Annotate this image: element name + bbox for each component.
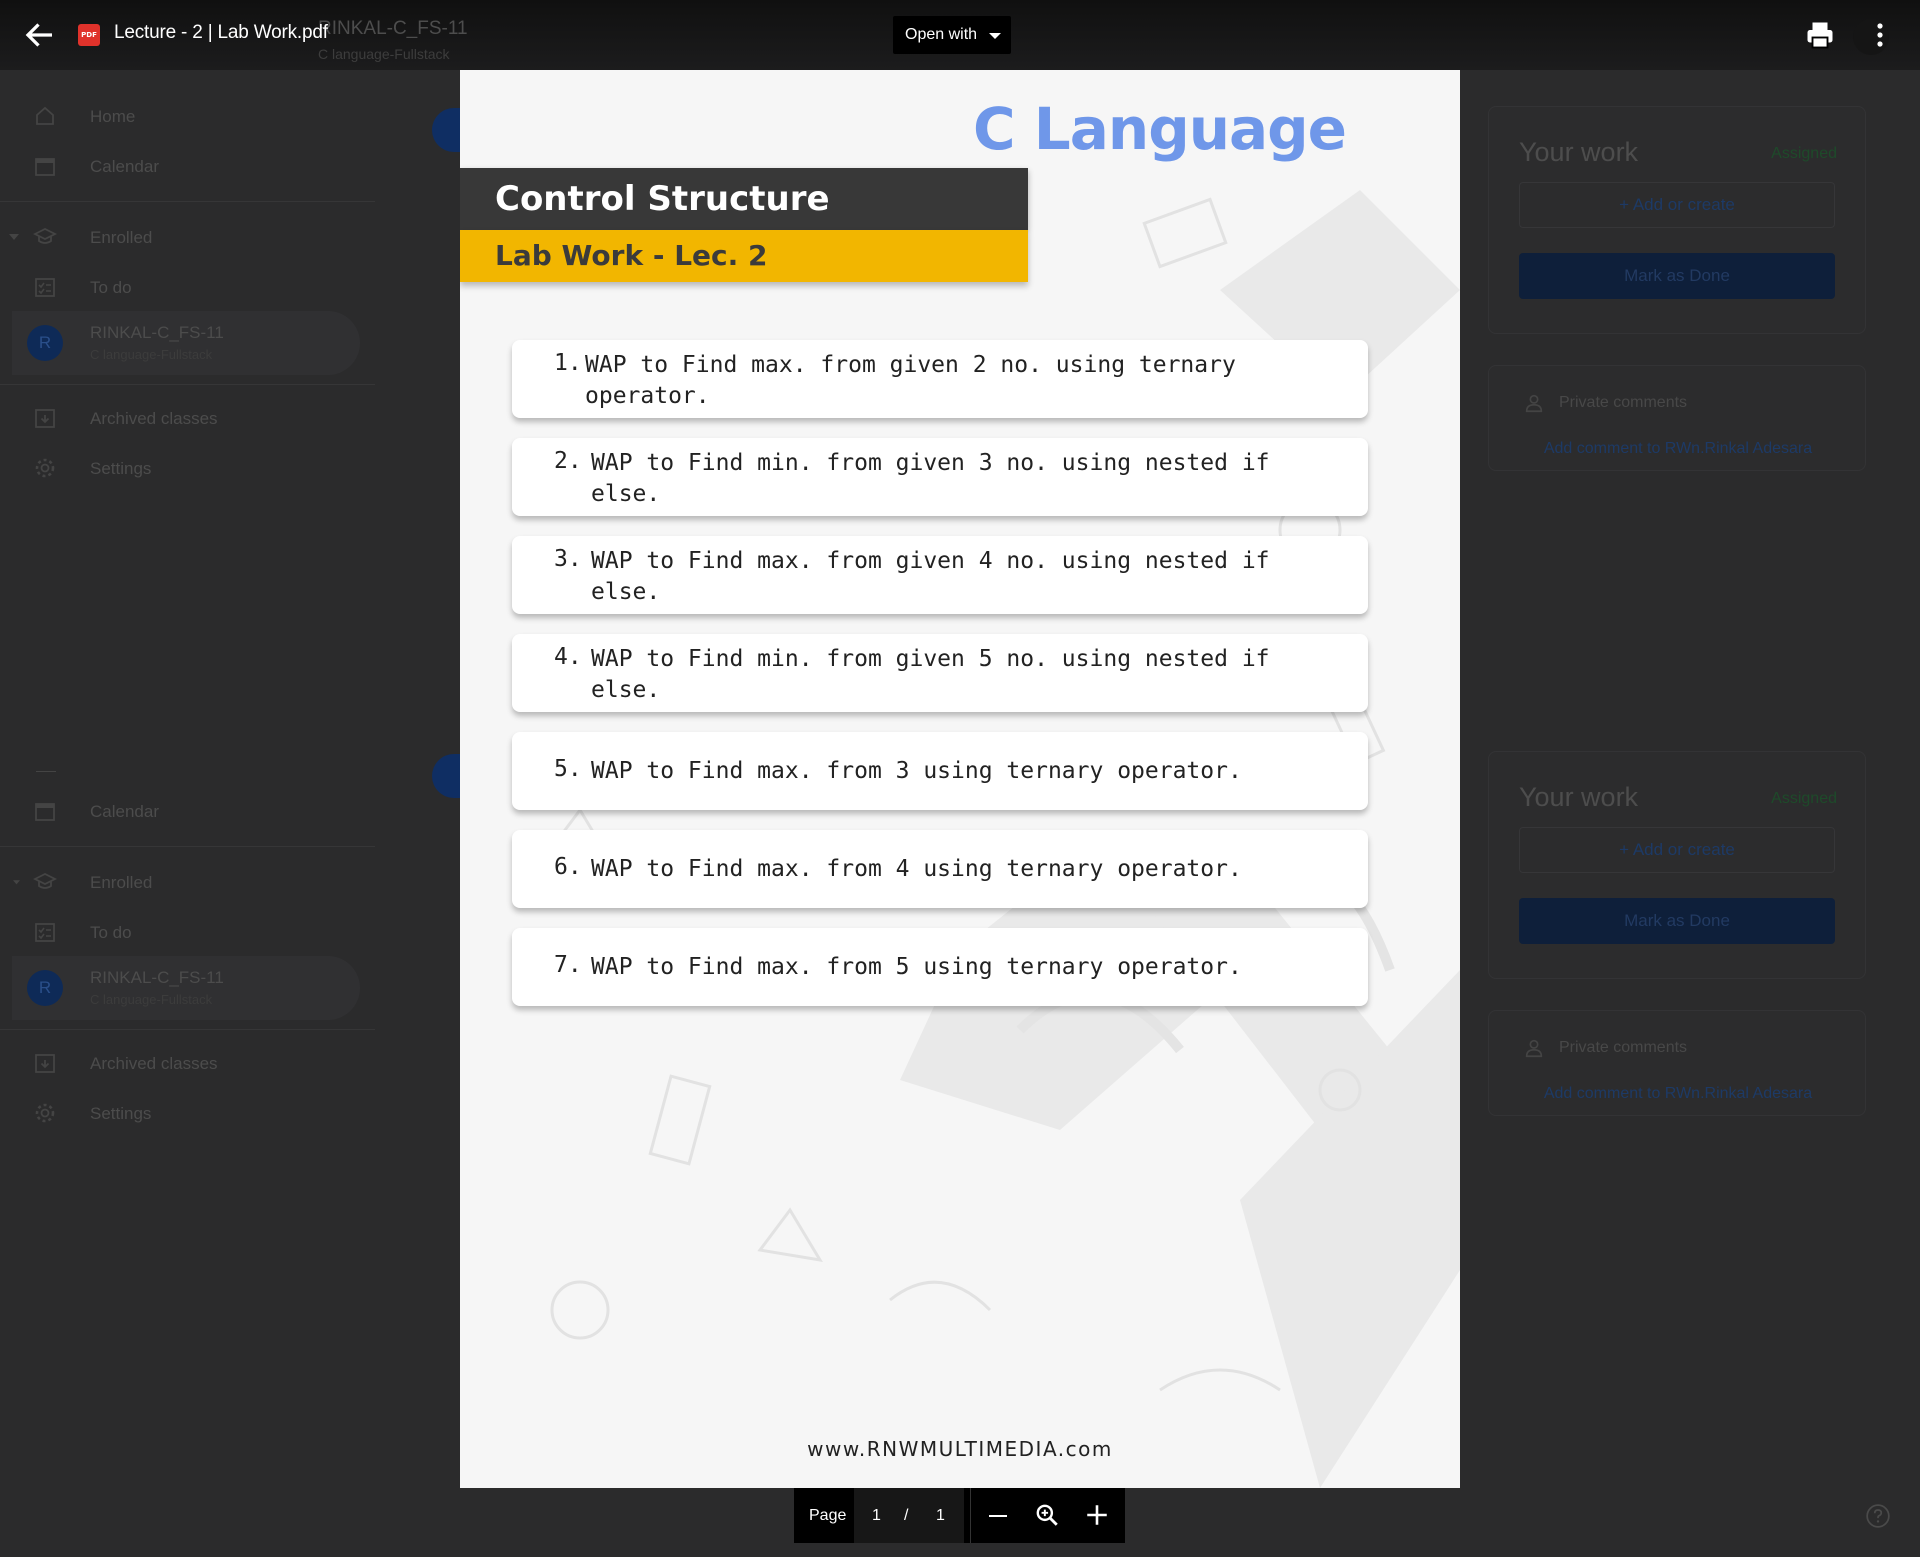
class-avatar: R	[27, 970, 63, 1006]
background-class-title: RINKAL-C_FS-11	[318, 18, 468, 39]
brand-title: C Language	[973, 95, 1347, 163]
sidebar-item-settings[interactable]: Settings	[0, 448, 375, 488]
add-comment-link[interactable]: Add comment to RWn.Rinkal Adesara	[1489, 1077, 1865, 1111]
sidebar-item-enrolled[interactable]: Enrolled	[0, 862, 375, 902]
current-page: 1	[872, 1507, 881, 1524]
class-avatar: R	[27, 325, 63, 361]
task-item: 2. WAP to Find min. from given 3 no. usi…	[512, 438, 1368, 516]
sidebar-item-archived[interactable]: Archived classes	[0, 1043, 375, 1083]
divider	[0, 846, 375, 847]
sidebar-item-class[interactable]: R RINKAL-C_FS-11 C language-Fullstack	[0, 956, 375, 1020]
settings-gear-icon	[35, 1103, 55, 1123]
add-or-create-button[interactable]: + Add or create	[1519, 827, 1835, 873]
page-separator: /	[904, 1507, 909, 1524]
person-icon	[1525, 394, 1543, 413]
todo-icon	[35, 278, 55, 297]
calendar-icon	[35, 158, 55, 176]
status-badge: Assigned	[1771, 790, 1837, 807]
sidebar-item-class[interactable]: R RINKAL-C_FS-11 C language-Fullstack	[0, 311, 375, 375]
sidebar-item-home[interactable]: Home	[0, 96, 375, 136]
mark-as-done-button[interactable]: Mark as Done	[1519, 253, 1835, 299]
status-badge: Assigned	[1771, 145, 1837, 162]
page-label: Page	[809, 1507, 847, 1524]
pdf-page: C Language Control Structure Lab Work - …	[460, 70, 1460, 1488]
calendar-icon	[35, 803, 55, 821]
zoom-icon[interactable]	[1034, 1502, 1060, 1528]
help-icon[interactable]	[1865, 1503, 1891, 1529]
sidebar-item-todo[interactable]: To do	[0, 912, 375, 952]
total-pages: 1	[936, 1507, 945, 1524]
printer-icon[interactable]	[1805, 20, 1835, 50]
assignment-icon-edge	[432, 754, 460, 798]
divider	[36, 771, 56, 772]
page-number-input[interactable]	[854, 1488, 964, 1543]
file-title: Lecture - 2 | Lab Work.pdf	[114, 22, 328, 43]
divider	[0, 1029, 375, 1030]
plus-icon: +	[1619, 195, 1633, 214]
plus-icon: +	[1619, 840, 1633, 859]
minus-icon[interactable]	[986, 1504, 1010, 1528]
viewer-topbar: RINKAL-C_FS-11 C language-Fullstack PDF …	[0, 0, 1920, 70]
your-work-card: Your work Assigned + Add or create Mark …	[1488, 106, 1866, 334]
sidebar-item-settings[interactable]: Settings	[0, 1093, 375, 1133]
document-subheading: Lab Work - Lec. 2	[460, 230, 1028, 282]
todo-icon	[35, 923, 55, 942]
document-heading: Control Structure	[460, 168, 1028, 230]
add-or-create-button[interactable]: + Add or create	[1519, 182, 1835, 228]
private-comments-card: Private comments Add comment to RWn.Rink…	[1488, 1010, 1866, 1116]
arrow-left-icon[interactable]	[22, 17, 58, 53]
assignment-icon-edge	[432, 108, 460, 152]
more-vert-icon[interactable]	[1872, 22, 1888, 48]
divider	[0, 384, 375, 385]
school-icon	[32, 872, 58, 889]
archive-icon	[35, 1054, 55, 1073]
sidebar-item-calendar[interactable]: Calendar	[0, 146, 375, 186]
home-icon	[36, 106, 54, 125]
school-icon	[32, 227, 58, 244]
settings-gear-icon	[35, 458, 55, 478]
website-footer: www.RNWMULTIMEDIA.com	[807, 1437, 1113, 1461]
sidebar-item-calendar[interactable]: Calendar	[0, 791, 375, 831]
divider	[970, 1488, 971, 1543]
task-item: 6. WAP to Find max. from 4 using ternary…	[512, 830, 1368, 908]
mark-as-done-button[interactable]: Mark as Done	[1519, 898, 1835, 944]
open-with-button[interactable]: Open with	[893, 16, 1011, 54]
page-controls: Page 1 / 1	[794, 1488, 1125, 1543]
task-item: 7. WAP to Find max. from 5 using ternary…	[512, 928, 1368, 1006]
plus-icon[interactable]	[1084, 1502, 1110, 1528]
sidebar-item-todo[interactable]: To do	[0, 267, 375, 307]
task-item: 3. WAP to Find max. from given 4 no. usi…	[512, 536, 1368, 614]
pdf-file-icon: PDF	[78, 24, 100, 46]
your-work-card: Your work Assigned + Add or create Mark …	[1488, 751, 1866, 979]
archive-icon	[35, 409, 55, 428]
chevron-down-icon	[989, 33, 1001, 39]
background-class-subtitle: C language-Fullstack	[318, 46, 450, 62]
divider	[0, 201, 375, 202]
task-item: 5. WAP to Find max. from 3 using ternary…	[512, 732, 1368, 810]
private-comments-card: Private comments Add comment to RWn.Rink…	[1488, 365, 1866, 471]
expand-caret-icon	[13, 880, 20, 885]
add-comment-link[interactable]: Add comment to RWn.Rinkal Adesara	[1489, 432, 1865, 466]
task-item: 4. WAP to Find min. from given 5 no. usi…	[512, 634, 1368, 712]
expand-caret-icon	[9, 234, 19, 240]
task-item: 1. WAP to Find max. from given 2 no. usi…	[512, 340, 1368, 418]
person-icon	[1525, 1039, 1543, 1058]
sidebar-item-enrolled[interactable]: Enrolled	[0, 217, 375, 257]
sidebar-item-archived[interactable]: Archived classes	[0, 398, 375, 438]
